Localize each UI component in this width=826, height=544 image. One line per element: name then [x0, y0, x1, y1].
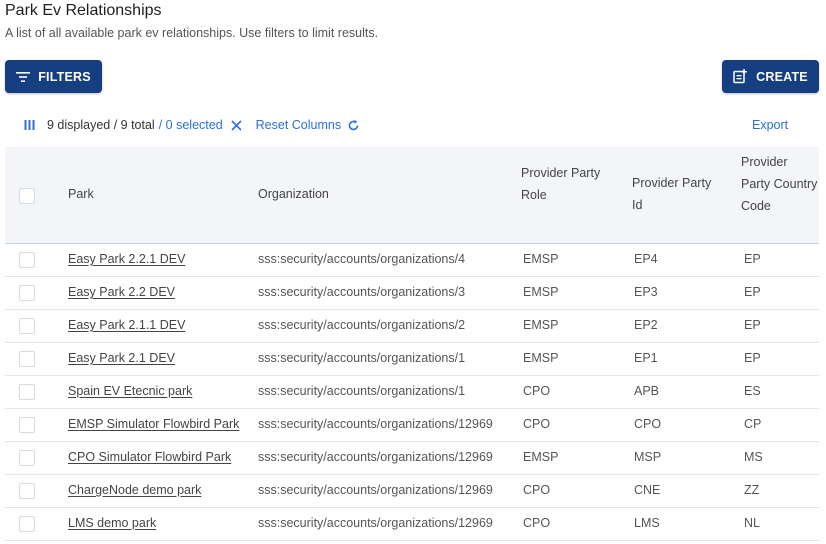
columns-icon[interactable]	[24, 119, 35, 131]
park-link[interactable]: EMSP Simulator Flowbird Park	[68, 409, 239, 440]
organization-cell: sss:security/accounts/organizations/1296…	[258, 450, 493, 464]
refresh-icon[interactable]	[347, 119, 360, 132]
party-id-cell: MSP	[634, 450, 662, 464]
row-checkbox[interactable]	[19, 351, 35, 367]
party-id-cell: EP3	[634, 285, 658, 299]
park-link[interactable]: Easy Park 2.2.1 DEV	[68, 244, 185, 275]
row-checkbox[interactable]	[19, 450, 35, 466]
filters-button[interactable]: FILTERS	[5, 60, 102, 93]
create-button-label: CREATE	[756, 69, 808, 84]
country-code-cell: ZZ	[744, 483, 760, 497]
display-count: 9 displayed / 9 total	[47, 118, 155, 132]
export-link[interactable]: Export	[752, 118, 788, 132]
table-row: Easy Park 2.1.1 DEV sss:security/account…	[5, 310, 819, 343]
page-title: Park Ev Relationships	[5, 2, 162, 19]
park-link[interactable]: Easy Park 2.2 DEV	[68, 277, 175, 308]
row-checkbox[interactable]	[19, 252, 35, 268]
organization-cell: sss:security/accounts/organizations/1	[258, 351, 466, 365]
row-checkbox[interactable]	[19, 483, 35, 499]
filter-lines-icon	[16, 71, 38, 83]
role-cell: CPO	[523, 516, 551, 530]
country-code-cell: EP	[744, 318, 761, 332]
organization-cell: sss:security/accounts/organizations/1	[258, 384, 466, 398]
organization-cell: sss:security/accounts/organizations/1296…	[258, 483, 493, 497]
selected-count: / 0 selected	[158, 118, 223, 132]
role-cell: CPO	[523, 417, 551, 431]
country-code-cell: EP	[744, 351, 761, 365]
park-link[interactable]: Spain EV Etecnic park	[68, 376, 192, 407]
party-id-cell: CPO	[634, 417, 662, 431]
country-code-cell: ES	[744, 384, 761, 398]
organization-cell: sss:security/accounts/organizations/1296…	[258, 516, 493, 530]
party-id-cell: CNE	[634, 483, 661, 497]
party-id-cell: EP4	[634, 252, 658, 266]
role-cell: EMSP	[523, 285, 559, 299]
organization-cell: sss:security/accounts/organizations/3	[258, 285, 466, 299]
table-row: Spain EV Etecnic park sss:security/accou…	[5, 376, 819, 409]
select-all-checkbox[interactable]	[19, 188, 35, 204]
country-code-cell: EP	[744, 252, 761, 266]
column-header-provider-party-country-code[interactable]: Provider Party Country Code	[741, 151, 819, 217]
table-row: EMSP Simulator Flowbird Park sss:securit…	[5, 409, 819, 442]
table-row: Easy Park 2.2.1 DEV sss:security/account…	[5, 244, 819, 277]
table-row: Easy Park 2.1 DEV sss:security/accounts/…	[5, 343, 819, 376]
park-link[interactable]: ChargeNode demo park	[68, 475, 201, 506]
park-link[interactable]: CPO Simulator Flowbird Park	[68, 442, 231, 473]
row-checkbox[interactable]	[19, 516, 35, 532]
park-link[interactable]: Easy Park 2.1.1 DEV	[68, 310, 185, 341]
country-code-cell: EP	[744, 285, 761, 299]
park-link[interactable]: LMS demo park	[68, 508, 156, 539]
party-id-cell: APB	[634, 384, 660, 398]
party-id-cell: LMS	[634, 516, 660, 530]
filters-button-label: FILTERS	[38, 69, 91, 84]
role-cell: EMSP	[523, 318, 559, 332]
organization-cell: sss:security/accounts/organizations/1296…	[258, 417, 493, 431]
role-cell: CPO	[523, 384, 551, 398]
organization-cell: sss:security/accounts/organizations/4	[258, 252, 466, 266]
table-row: Easy Park 2.2 DEV sss:security/accounts/…	[5, 277, 819, 310]
table-row: CPO Simulator Flowbird Park sss:security…	[5, 442, 819, 475]
role-cell: EMSP	[523, 351, 559, 365]
country-code-cell: NL	[744, 516, 760, 530]
party-id-cell: EP1	[634, 351, 658, 365]
create-button[interactable]: CREATE	[722, 60, 819, 93]
column-header-provider-party-id[interactable]: Provider Party Id	[632, 172, 712, 216]
add-document-icon	[733, 69, 756, 84]
table-row: ChargeNode demo park sss:security/accoun…	[5, 475, 819, 508]
party-id-cell: EP2	[634, 318, 658, 332]
role-cell: EMSP	[523, 252, 559, 266]
close-icon[interactable]	[231, 119, 242, 131]
role-cell: CPO	[523, 483, 551, 497]
relationships-table: Park Organization Provider Party Role Pr…	[5, 147, 819, 541]
country-code-cell: MS	[744, 450, 763, 464]
column-header-park[interactable]: Park	[68, 183, 94, 205]
page-subtitle: A list of all available park ev relation…	[5, 26, 379, 40]
row-checkbox[interactable]	[19, 417, 35, 433]
organization-cell: sss:security/accounts/organizations/2	[258, 318, 466, 332]
row-checkbox[interactable]	[19, 384, 35, 400]
reset-columns-link[interactable]: Reset Columns	[256, 118, 341, 132]
column-header-provider-party-role[interactable]: Provider Party Role	[521, 162, 601, 206]
role-cell: EMSP	[523, 450, 559, 464]
table-row: LMS demo park sss:security/accounts/orga…	[5, 508, 819, 541]
country-code-cell: CP	[744, 417, 762, 431]
column-header-organization[interactable]: Organization	[258, 183, 329, 205]
row-checkbox[interactable]	[19, 285, 35, 301]
table-header: Park Organization Provider Party Role Pr…	[5, 147, 819, 244]
row-checkbox[interactable]	[19, 318, 35, 334]
table-toolbar: 9 displayed / 9 total / 0 selected Reset…	[24, 115, 360, 135]
park-link[interactable]: Easy Park 2.1 DEV	[68, 343, 175, 374]
